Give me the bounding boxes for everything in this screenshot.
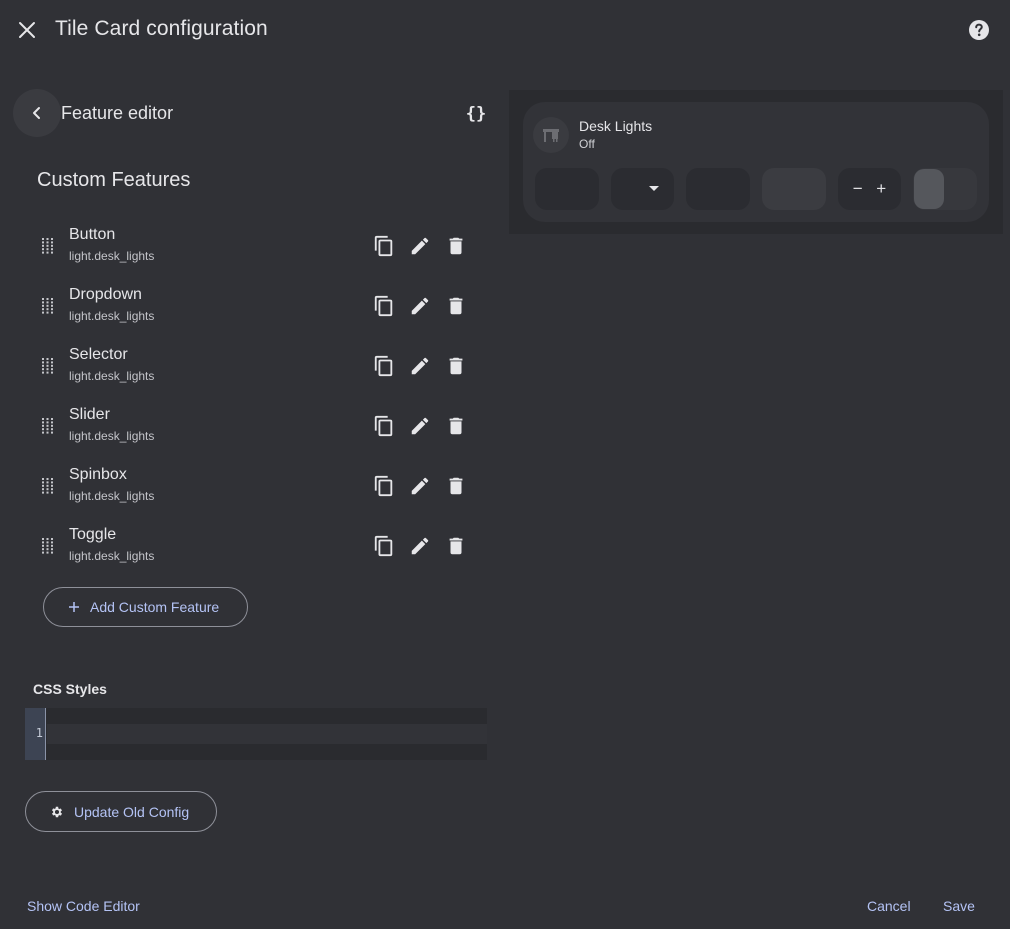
trash-icon[interactable] [443,413,469,439]
pencil-icon[interactable] [407,533,433,559]
pencil-icon[interactable] [407,413,433,439]
feature-entity: light.desk_lights [69,489,155,503]
caret-down-icon [648,186,659,192]
toggle-knob [914,169,944,209]
trash-icon[interactable] [443,533,469,559]
feature-row: Slider light.desk_lights [0,400,500,460]
feature-row: Dropdown light.desk_lights [0,280,500,340]
copy-icon[interactable] [371,533,397,559]
preview-slider-feature[interactable] [762,168,826,210]
preview-toggle-feature[interactable] [913,168,977,210]
feature-entity: light.desk_lights [69,309,155,323]
trash-icon[interactable] [443,233,469,259]
preview-spinbox-feature: − + [838,168,901,210]
feature-entity: light.desk_lights [69,549,155,563]
pencil-icon[interactable] [407,293,433,319]
add-custom-feature-button[interactable]: Add Custom Feature [43,587,248,627]
close-icon[interactable] [14,17,40,43]
feature-name: Slider [69,406,110,423]
feature-row: Selector light.desk_lights [0,340,500,400]
cancel-button[interactable]: Cancel [867,898,911,914]
preview-button-feature[interactable] [535,168,599,210]
drag-handle-icon[interactable] [42,418,56,434]
copy-icon[interactable] [371,293,397,319]
spinbox-decrement-button[interactable]: − [853,179,863,199]
tile-entity-name: Desk Lights [579,118,653,134]
line-gutter: 1 [25,708,46,760]
feature-entity: light.desk_lights [69,249,155,263]
line-number: 1 [35,726,43,740]
dialog-title: Tile Card configuration [55,17,268,40]
feature-row: Toggle light.desk_lights [0,520,500,580]
section-title: Custom Features [37,169,191,191]
feature-name: Spinbox [69,466,127,483]
trash-icon[interactable] [443,473,469,499]
copy-icon[interactable] [371,473,397,499]
feature-entity: light.desk_lights [69,369,155,383]
copy-icon[interactable] [371,233,397,259]
copy-icon[interactable] [371,353,397,379]
feature-name: Toggle [69,526,117,543]
help-icon[interactable] [967,18,991,42]
feature-list: Button light.desk_lights Dropdown light.des… [0,220,500,580]
feature-entity: light.desk_lights [69,429,155,443]
feature-name: Selector [69,346,128,363]
drag-handle-icon[interactable] [42,478,56,494]
trash-icon[interactable] [443,353,469,379]
pencil-icon[interactable] [407,473,433,499]
drag-handle-icon[interactable] [42,298,56,314]
feature-name: Button [69,226,116,243]
pencil-icon[interactable] [407,233,433,259]
chevron-left-icon [30,106,44,120]
show-code-editor-button[interactable]: Show Code Editor [27,898,140,914]
plus-icon [68,601,80,613]
active-line[interactable] [47,724,487,744]
css-code-editor[interactable]: 1 [25,708,487,760]
trash-icon[interactable] [443,293,469,319]
pencil-icon[interactable] [407,353,433,379]
tile-entity-state: Off [579,137,595,151]
copy-icon[interactable] [371,413,397,439]
css-styles-label: CSS Styles [33,681,107,697]
drag-handle-icon[interactable] [42,538,56,554]
update-old-config-button[interactable]: Update Old Config [25,791,217,832]
editor-title: Feature editor [61,103,174,123]
add-custom-feature-label: Add Custom Feature [90,599,220,615]
preview-selector-feature[interactable] [686,168,750,210]
tile-card[interactable]: Desk Lights Off − + [523,102,989,222]
card-preview: Desk Lights Off − + [509,90,1003,234]
spinbox-increment-button[interactable]: + [876,179,886,199]
gear-icon [50,805,64,819]
feature-row: Button light.desk_lights [0,220,500,280]
drag-handle-icon[interactable] [42,358,56,374]
desk-icon[interactable] [533,117,569,153]
back-button[interactable] [13,89,61,137]
code-toggle-button[interactable]: {} [463,101,489,127]
update-old-config-label: Update Old Config [74,803,190,820]
preview-dropdown-feature[interactable] [611,168,674,210]
feature-name: Dropdown [69,286,142,303]
drag-handle-icon[interactable] [42,238,56,254]
save-button[interactable]: Save [943,898,975,914]
feature-row: Spinbox light.desk_lights [0,460,500,520]
